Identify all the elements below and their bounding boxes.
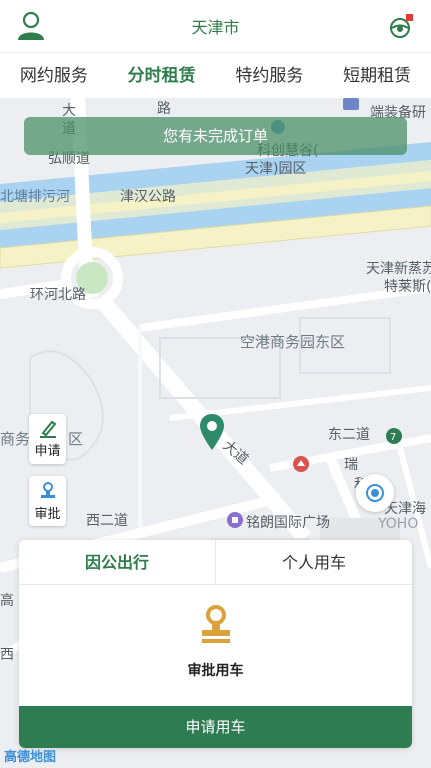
unfinished-order-banner[interactable]: 您有未完成订单 [24, 117, 407, 155]
message-icon[interactable] [387, 12, 417, 42]
map-label: 天津新蒸苏 [366, 261, 431, 277]
map-label: 区 [68, 430, 84, 448]
user-icon[interactable] [14, 9, 48, 43]
tab-short-term-rental[interactable]: 短期租赁 [323, 53, 431, 99]
map-label: 铭朗国际广场 [246, 515, 330, 531]
panel-tabs: 因公出行 个人用车 [19, 540, 412, 585]
apply-car-button[interactable]: 申请用车 [19, 706, 412, 748]
stamp-icon [40, 481, 55, 498]
map-label: 瑞 [344, 457, 358, 473]
approve-side-label: 审批 [34, 506, 61, 522]
svg-text:7: 7 [390, 432, 396, 443]
apply-side-button[interactable]: 申请 [29, 414, 66, 464]
pen-icon [39, 420, 56, 438]
amap-logo: 高德地图 [4, 750, 57, 765]
map-label: 商务 [0, 430, 31, 448]
map-label: 东二道 [328, 427, 370, 443]
map-label: 高 [0, 593, 14, 609]
map-label: 北塘排污河 [0, 189, 70, 205]
map-label: 路 [157, 101, 171, 117]
approve-side-button[interactable]: 审批 [29, 476, 66, 526]
map-label: 空港商务园东区 [240, 333, 346, 351]
service-tabs: 网约服务 分时租赁 特约服务 短期租赁 [0, 52, 431, 98]
map-label: 西二道 [86, 513, 128, 529]
tab-personal-car[interactable]: 个人用车 [216, 540, 412, 584]
car-use-panel: 因公出行 个人用车 审批用车 申请用车 [19, 540, 412, 748]
map-label: 特莱斯( [384, 279, 431, 295]
map-label: 津汉公路 [120, 189, 176, 205]
tab-ride-hailing[interactable]: 网约服务 [0, 53, 108, 99]
notification-badge [406, 14, 413, 21]
city-title[interactable]: 天津市 [191, 14, 239, 38]
map-label: 西 [0, 647, 14, 663]
tab-business-trip[interactable]: 因公出行 [19, 540, 216, 584]
header-bar: 天津市 [0, 0, 431, 52]
map-label: 天津)园区 [245, 161, 307, 177]
locate-me-button[interactable] [356, 474, 394, 512]
map-label: 环河北路 [30, 287, 86, 303]
tab-time-share-rental[interactable]: 分时租赁 [108, 53, 216, 99]
apply-side-label: 申请 [34, 443, 61, 459]
approve-car-label: 审批用车 [187, 663, 244, 679]
approve-car-option[interactable]: 审批用车 [19, 586, 412, 706]
target-icon [366, 484, 384, 502]
tab-chartered-service[interactable]: 特约服务 [216, 53, 324, 99]
map-label: YOHO [378, 516, 419, 532]
approval-stamp-icon [198, 604, 234, 648]
